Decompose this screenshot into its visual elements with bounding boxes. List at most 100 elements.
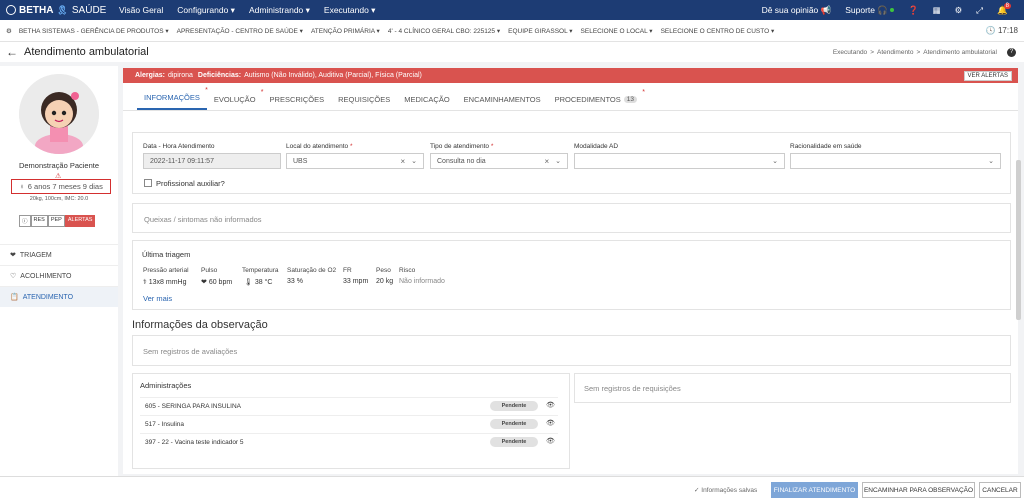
tag-res[interactable]: RES [30, 215, 48, 227]
tab-label: PROCEDIMENTOS [554, 95, 621, 104]
ribbon-icon: 🎗 [56, 4, 68, 15]
patient-age: ♀ 6 anos 7 meses 9 dias [11, 179, 111, 194]
data-hora-label: Data - Hora Atendimento [143, 143, 215, 150]
local-select[interactable]: UBS × ⌄ [286, 153, 424, 169]
feedback-label: Dê sua opinião [761, 5, 819, 15]
status-badge: Pendente [490, 401, 538, 411]
leftnav-triagem[interactable]: ❤ TRIAGEM [0, 244, 118, 265]
ver-mais-link[interactable]: Ver mais [143, 294, 172, 303]
cancel-button[interactable]: CANCELAR [979, 482, 1021, 498]
tab-informacoes[interactable]: INFORMAÇÕES * [137, 87, 208, 110]
tab-procedimentos[interactable]: PROCEDIMENTOS 13 * [548, 89, 645, 110]
tag-alertas[interactable]: ALERTAS [64, 215, 96, 227]
context-entidade[interactable]: BETHA SISTEMAS - GERÊNCIA DE PRODUTOS ▾ [15, 27, 173, 35]
back-arrow-icon[interactable]: ← [6, 45, 18, 59]
leftnav-label: ATENDIMENTO [22, 293, 74, 301]
context-centro-custo[interactable]: SELECIONE O CENTRO DE CUSTO ▾ [657, 27, 779, 35]
avaliacoes-text: Sem registros de avaliações [143, 347, 238, 356]
patient-anthropometry: 20kg, 100cm, IMC: 20.0 [29, 196, 89, 202]
scrollbar[interactable] [1016, 160, 1021, 320]
eye-icon[interactable]: 👁 [546, 419, 555, 427]
tab-evolucao[interactable]: EVOLUÇÃO * [207, 89, 264, 110]
notifications-bell[interactable]: 🔔 8 [990, 3, 1018, 16]
leftnav-atendimento[interactable]: 📋 ATENDIMENTO [0, 286, 118, 307]
chevron-down-icon: ⌄ [555, 158, 561, 165]
queixas-text: Queixas / sintomas não informados [144, 215, 262, 224]
breadcrumb-item[interactable]: Executando [833, 49, 867, 56]
tag-pep[interactable]: PEP [47, 215, 65, 227]
racionalidade-select[interactable]: ⌄ [790, 153, 1001, 169]
alergias-label: Alergias: [135, 72, 165, 79]
queixas-card [132, 203, 1011, 233]
nav-administrando[interactable]: Administrando ▾ [242, 5, 317, 16]
app-logo[interactable]: BETHA 🎗 SAÚDE [0, 5, 112, 16]
administracoes-title: Administrações [140, 381, 192, 390]
patient-name: Demonstração Paciente [18, 161, 100, 170]
local-value: UBS [293, 157, 308, 165]
help-icon[interactable]: ❓ [901, 5, 926, 16]
encaminhar-observacao-button[interactable]: ENCAMINHAR PARA OBSERVAÇÃO [862, 482, 975, 498]
context-icon: ⚙ [6, 27, 12, 35]
tri-label-risco: Risco [399, 267, 416, 274]
breadcrumb-item[interactable]: Atendimento [877, 49, 914, 56]
nav-executando[interactable]: Executando ▾ [317, 5, 383, 16]
context-local[interactable]: SELECIONE O LOCAL ▾ [577, 27, 657, 35]
context-unidade[interactable]: APRESENTAÇÃO - CENTRO DE SAÚDE ▾ [173, 27, 307, 35]
leftnav-acolhimento[interactable]: ♡ ACOLHIMENTO [0, 265, 118, 286]
tab-label: INFORMAÇÕES [144, 93, 200, 102]
feedback-link[interactable]: Dê sua opinião 📢 [755, 5, 839, 16]
racionalidade-label: Racionalidade em saúde [790, 143, 862, 150]
expand-icon[interactable]: ⤢ [969, 5, 990, 16]
clear-icon[interactable]: × [544, 157, 549, 166]
tab-label: REQUISIÇÕES [338, 95, 391, 104]
apps-grid-icon[interactable]: ▦ [926, 5, 948, 16]
context-nivel[interactable]: ATENÇÃO PRIMÁRIA ▾ [307, 27, 384, 35]
info-icon[interactable]: ⓘ [19, 215, 31, 227]
nav-visao-geral[interactable]: Visão Geral [112, 5, 170, 15]
tipo-select[interactable]: Consulta no dia × ⌄ [430, 153, 568, 169]
tipo-value: Consulta no dia [437, 157, 486, 165]
modalidade-select[interactable]: ⌄ [574, 153, 785, 169]
tri-value-temperatura-text: 38 °C [254, 279, 273, 286]
chevron-down-icon: ⌄ [772, 158, 778, 165]
support-label: Suporte [845, 5, 876, 15]
eye-icon[interactable]: 👁 [546, 401, 555, 409]
context-equipe[interactable]: EQUIPE GIRASSOL ▾ [504, 27, 576, 35]
tab-requisicoes[interactable]: REQUISIÇÕES [331, 95, 397, 110]
page-title: Atendimento ambulatorial [24, 46, 149, 58]
tri-value-pressao: ⚕ 13x8 mmHg [143, 278, 186, 286]
ver-alertas-button[interactable]: VER ALERTAS [963, 70, 1012, 81]
data-hora-value: 2022-11-17 09:11:57 [150, 157, 214, 165]
breadcrumb: Executando > Atendimento > Atendimento a… [833, 49, 1007, 56]
girl-avatar-icon [19, 74, 99, 154]
admin-item-name: 517 - Insulina [145, 421, 185, 428]
support-link[interactable]: Suporte 🎧 [838, 5, 901, 16]
tri-value-temperatura: 🌡 38 °C [244, 278, 272, 286]
clear-icon[interactable]: × [400, 157, 405, 166]
modalidade-label: Modalidade AD [574, 143, 619, 150]
tab-label: MEDICAÇÃO [404, 95, 450, 104]
nav-configurando[interactable]: Configurando ▾ [170, 5, 242, 16]
tri-label-temperatura: Temperatura [242, 267, 279, 274]
tri-value-pulso: ❤ 60 bpm [201, 278, 232, 286]
tri-value-peso: 20 kg [376, 278, 394, 285]
tri-value-pressao-text: 13x8 mmHg [148, 279, 187, 286]
tab-prescricoes[interactable]: PRESCRIÇÕES [263, 95, 332, 110]
logo-brand: BETHA [19, 4, 54, 16]
tri-label-fr: FR [343, 267, 352, 274]
finalizar-button[interactable]: FINALIZAR ATENDIMENTO [771, 482, 858, 498]
tab-medicacao[interactable]: MEDICAÇÃO [397, 95, 456, 110]
required-marker: * [205, 87, 208, 94]
tab-encaminhamentos[interactable]: ENCAMINHAMENTOS [457, 95, 548, 110]
eye-icon[interactable]: 👁 [546, 437, 555, 445]
profissional-auxiliar-label: Profissional auxiliar? [156, 179, 225, 188]
admin-item-name: 605 - SERINGA PARA INSULINA [145, 403, 241, 410]
tipo-label: Tipo de atendimento * [430, 143, 493, 150]
context-profissional[interactable]: 4' - 4 CLÍNICO GERAL CBO: 225125 ▾ [384, 27, 504, 35]
data-hora-field: 2022-11-17 09:11:57 [143, 153, 281, 169]
local-label: Local do atendimento * [286, 143, 353, 150]
profissional-auxiliar-checkbox[interactable] [144, 179, 152, 187]
settings-icon[interactable]: ⚙ [948, 5, 970, 16]
help-circle-icon[interactable]: ? [1007, 47, 1016, 57]
tri-label-pressao: Pressão arterial [143, 267, 189, 274]
